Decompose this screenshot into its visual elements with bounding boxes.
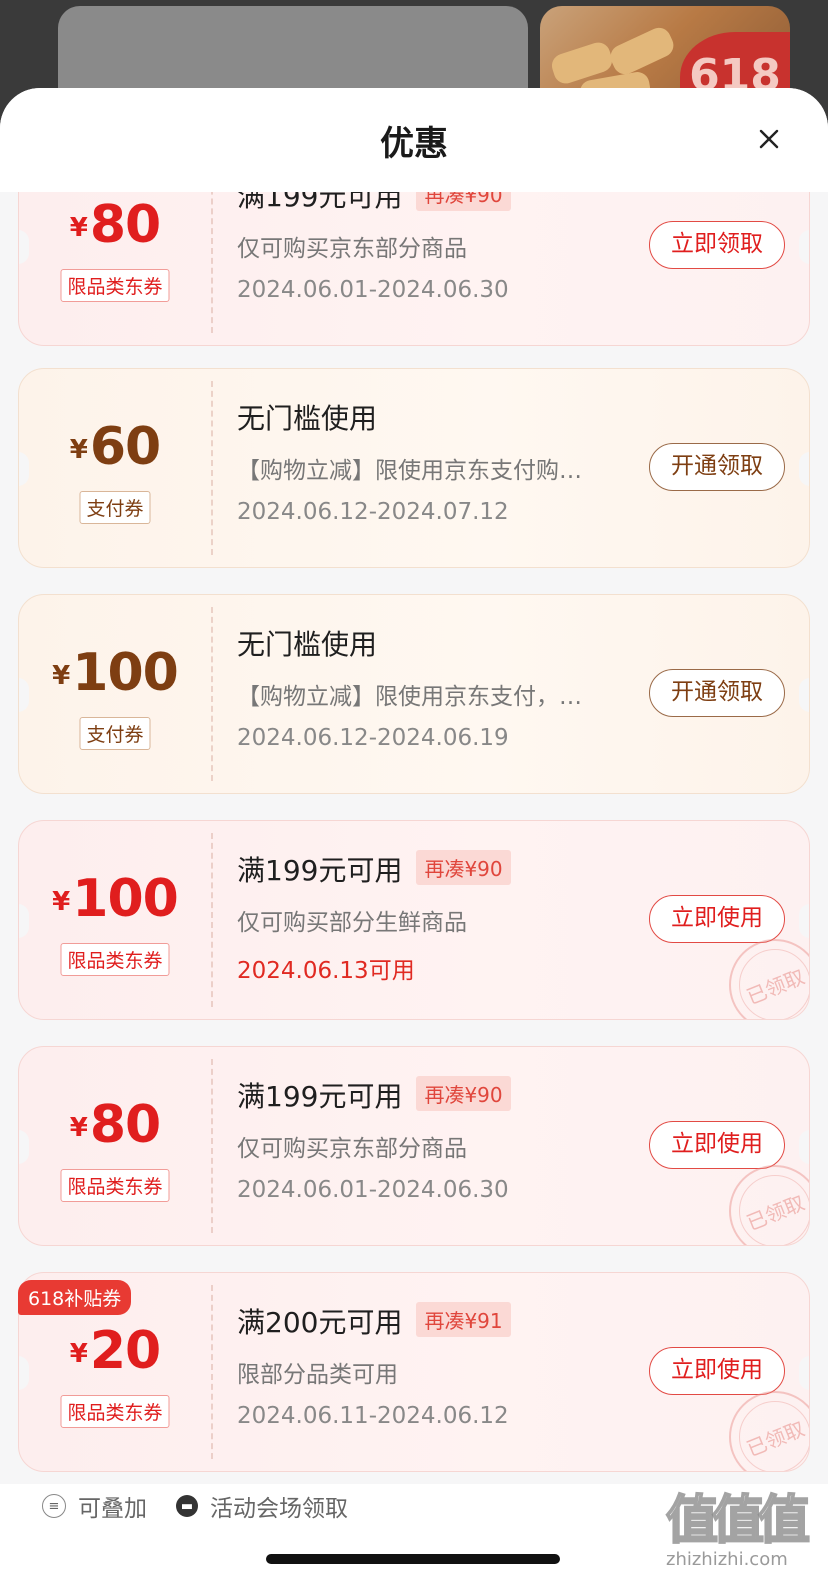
site-watermark: 值值值 zhizhizhi.com — [665, 1490, 811, 1570]
coupon-type-tag: 支付券 — [79, 491, 151, 524]
coupon-type-tag: 限品类东券 — [60, 1169, 170, 1202]
food-piece — [606, 23, 678, 79]
coupon-card: ¥100 支付券 无门槛使用 【购物立减】限使用京东支付，… 2024.06.1… — [18, 594, 810, 794]
divider — [211, 833, 213, 1007]
coupon-amount: ¥80 — [69, 1095, 161, 1155]
use-now-button[interactable]: 立即使用 — [649, 1347, 785, 1395]
coupon-amount: ¥80 — [69, 195, 161, 255]
coupon-description: 限部分品类可用 — [237, 1362, 398, 1388]
notch — [799, 678, 809, 712]
coupon-date: 2024.06.11-2024.06.12 — [237, 1403, 509, 1429]
home-indicator — [266, 1554, 560, 1564]
coupon-type-tag: 限品类东券 — [60, 943, 170, 976]
claimed-stamp: 已领取 — [729, 1391, 809, 1471]
coupon-amount: ¥20 — [69, 1321, 161, 1381]
coupon-condition: 满200元可用 再凑¥91 — [237, 1301, 637, 1341]
stack-icon: ≡ — [42, 1494, 66, 1518]
use-now-button[interactable]: 立即使用 — [649, 895, 785, 943]
coupon-description: 【购物立减】限使用京东支付购… — [237, 458, 582, 484]
coupon-extra-tag: 再凑¥90 — [416, 1076, 511, 1111]
coupon-condition: 满199元可用 再凑¥90 — [237, 192, 637, 215]
coupon-card: ¥60 支付券 无门槛使用 【购物立减】限使用京东支付购… 2024.06.12… — [18, 368, 810, 568]
coupon-description: 仅可购买京东部分商品 — [237, 236, 467, 262]
divider — [211, 607, 213, 781]
coupon-sheet: 优惠 ¥80 限品类东券 满199元可用 再凑¥90 仅可购买京东部分商品 202… — [0, 88, 828, 1578]
notch — [799, 230, 809, 264]
coupon-type-tag: 限品类东券 — [60, 269, 170, 302]
coupon-card: ¥80 限品类东券 满199元可用 再凑¥90 仅可购买京东部分商品 2024.0… — [18, 1046, 810, 1246]
notch — [799, 452, 809, 486]
sheet-title: 优惠 — [380, 124, 448, 164]
claim-button[interactable]: 立即领取 — [649, 221, 785, 269]
coupon-condition: 无门槛使用 — [237, 402, 378, 435]
coupon-type-tag: 支付券 — [79, 717, 151, 750]
activate-claim-button[interactable]: 开通领取 — [649, 669, 785, 717]
claimed-stamp: 已领取 — [729, 939, 809, 1019]
divider — [211, 381, 213, 555]
coupon-condition: 无门槛使用 — [237, 628, 378, 661]
coupon-card: ¥80 限品类东券 满199元可用 再凑¥90 仅可购买京东部分商品 2024.0… — [18, 192, 810, 346]
coupon-amount: ¥60 — [69, 417, 161, 477]
venue-legend: ▬ 活动会场领取 — [176, 1484, 348, 1528]
coupon-extra-tag: 再凑¥90 — [416, 192, 511, 211]
coupon-date: 2024.06.01-2024.06.30 — [237, 277, 509, 303]
coupon-amount: ¥100 — [52, 869, 179, 929]
coupon-type-tag: 限品类东券 — [60, 1395, 170, 1428]
coupon-extra-tag: 再凑¥90 — [416, 850, 511, 885]
divider — [211, 192, 213, 333]
ticket-icon: ▬ — [176, 1495, 198, 1517]
divider — [211, 1285, 213, 1459]
stackable-label: 可叠加 — [78, 1496, 147, 1522]
venue-label: 活动会场领取 — [210, 1496, 348, 1522]
activate-claim-button[interactable]: 开通领取 — [649, 443, 785, 491]
coupon-date: 2024.06.12-2024.07.12 — [237, 499, 509, 525]
notch — [799, 904, 809, 938]
coupon-description: 仅可购买部分生鲜商品 — [237, 910, 467, 936]
coupon-card: ¥100 限品类东券 满199元可用 再凑¥90 仅可购买部分生鲜商品 2024.… — [18, 820, 810, 1020]
use-now-button[interactable]: 立即使用 — [649, 1121, 785, 1169]
subsidy-coupon-badge: 618补贴券 — [18, 1280, 132, 1315]
coupon-date: 2024.06.13可用 — [237, 958, 415, 984]
coupon-list[interactable]: ¥80 限品类东券 满199元可用 再凑¥90 仅可购买京东部分商品 2024.0… — [0, 192, 828, 1572]
claimed-stamp: 已领取 — [729, 1165, 809, 1245]
coupon-date: 2024.06.12-2024.06.19 — [237, 725, 509, 751]
notch — [799, 1130, 809, 1164]
close-icon[interactable] — [754, 124, 784, 154]
coupon-condition: 满199元可用 再凑¥90 — [237, 849, 637, 889]
coupon-card: ¥20 限品类东券 满200元可用 再凑¥91 限部分品类可用 2024.06.1… — [18, 1272, 810, 1472]
coupon-extra-tag: 再凑¥91 — [416, 1302, 511, 1337]
coupon-date: 2024.06.01-2024.06.30 — [237, 1177, 509, 1203]
coupon-description: 仅可购买京东部分商品 — [237, 1136, 467, 1162]
coupon-amount: ¥100 — [52, 643, 179, 703]
coupon-description: 【购物立减】限使用京东支付，… — [237, 684, 582, 710]
coupon-condition: 满199元可用 再凑¥90 — [237, 1075, 637, 1115]
divider — [211, 1059, 213, 1233]
sheet-header: 优惠 — [0, 88, 828, 192]
notch — [799, 1356, 809, 1390]
stackable-legend: ≡ 可叠加 — [42, 1484, 147, 1528]
